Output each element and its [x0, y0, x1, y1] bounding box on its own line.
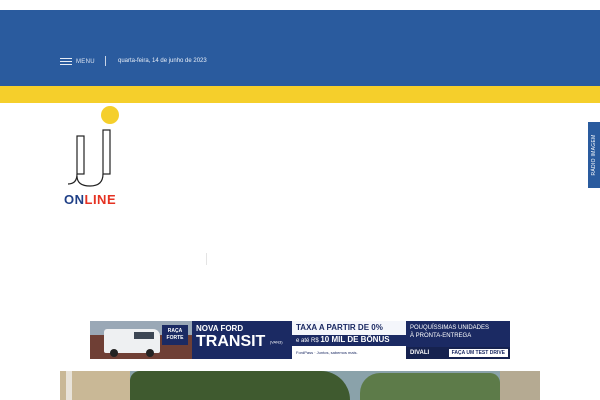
ad-cta-line-2: À PRONTA-ENTREGA — [410, 333, 472, 339]
test-drive-button[interactable]: FAÇA UM TEST DRIVE — [448, 349, 508, 357]
logo-word-line: LINE — [84, 192, 117, 207]
ad-headline-note: (VAN3) — [269, 339, 283, 345]
ad-offer-bottom: FordPass · Juntos, sabemos mais. — [292, 346, 406, 359]
menu-button[interactable]: MENU — [60, 56, 95, 68]
ad-tag: RAÇA FORTE — [162, 325, 188, 345]
news-photo[interactable] — [60, 371, 540, 400]
ad-dealer: DIVALI — [410, 350, 430, 356]
radio-imagem-tab[interactable]: RÁDIO IMAGEM — [588, 122, 600, 188]
ad-cta: POUQUÍSSIMAS UNIDADES À PRONTA-ENTREGA DI… — [406, 321, 510, 359]
top-header-bar: MENU quarta-feira, 14 de junho de 2023 — [0, 10, 600, 86]
current-date: quarta-feira, 14 de junho de 2023 — [118, 58, 207, 64]
ad-cta-line-1: POUQUÍSSIMAS UNIDADES — [410, 325, 490, 331]
site-logo[interactable]: ONLINE — [64, 106, 128, 207]
ad-offer-top: TAXA A PARTIR DE 0% — [292, 321, 406, 335]
ad-offer: TAXA A PARTIR DE 0% e até R$ 10 MIL DE B… — [292, 321, 406, 359]
ad-headline-small: NOVA FORD — [196, 324, 244, 333]
menu-label: MENU — [76, 59, 95, 65]
header-divider — [105, 56, 106, 66]
radio-tab-label: RÁDIO IMAGEM — [591, 134, 597, 176]
content-divider — [206, 253, 207, 265]
ad-van-image: RAÇA FORTE — [90, 321, 192, 359]
yellow-stripe — [0, 86, 600, 103]
ad-headline-big: TRANSIT — [196, 333, 266, 350]
ad-headline: NOVA FORD TRANSIT (VAN3) — [192, 321, 292, 359]
jj-logo-icon — [67, 106, 119, 187]
logo-word-on: ON — [64, 192, 85, 207]
ad-offer-prefix: e até R$ — [296, 338, 319, 344]
hamburger-icon — [60, 58, 72, 66]
ad-banner[interactable]: RAÇA FORTE NOVA FORD TRANSIT (VAN3) TAXA… — [90, 321, 510, 359]
logo-wordmark: ONLINE — [64, 192, 116, 207]
ad-offer-value: 10 MIL DE BÔNUS — [320, 335, 390, 344]
